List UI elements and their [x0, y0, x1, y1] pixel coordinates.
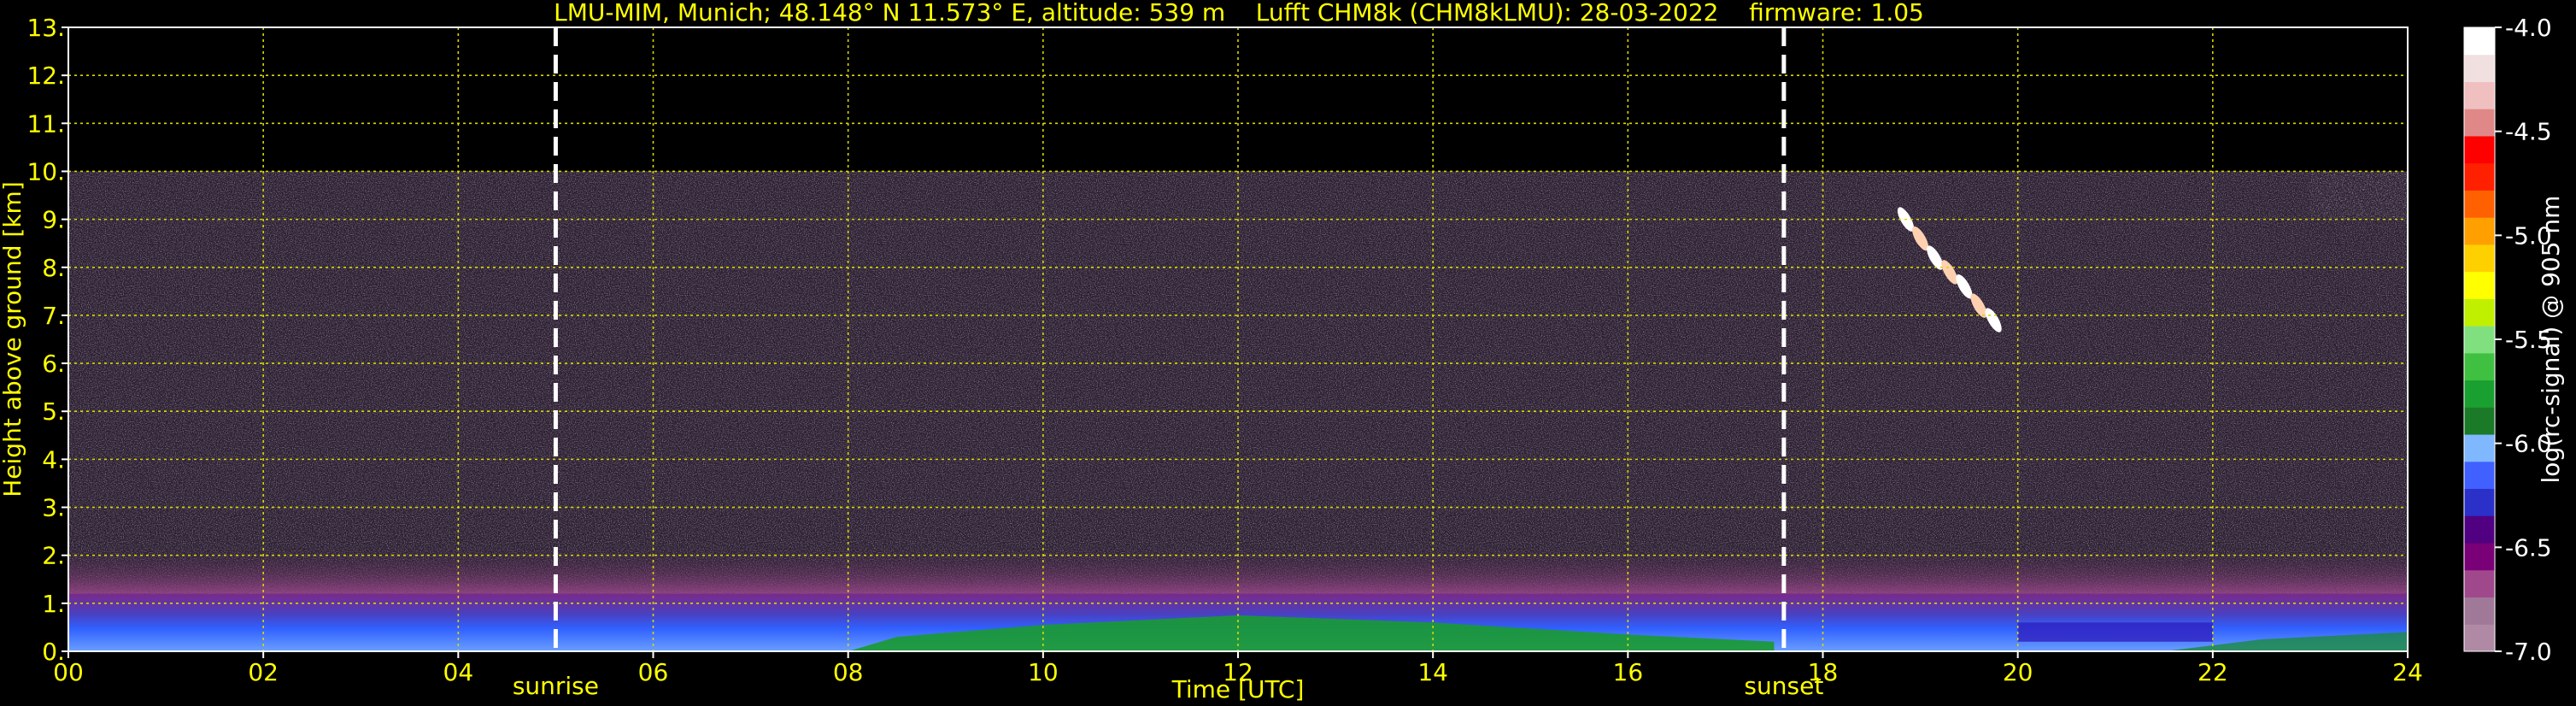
- colorbar-segment: [2464, 543, 2495, 571]
- x-tick-label: 24: [2392, 658, 2423, 686]
- x-axis-label: Time [UTC]: [1171, 675, 1305, 703]
- colorbar-segment: [2464, 515, 2495, 544]
- colorbar-segment: [2464, 27, 2495, 56]
- ceilometer-figure: LMU-MIM, Munich; 48.148° N 11.573° E, al…: [0, 0, 2576, 706]
- x-tick-label: 02: [248, 658, 279, 686]
- colorbar-segment: [2464, 190, 2495, 218]
- x-tick-label: 18: [1808, 658, 1839, 686]
- colorbar-segment: [2464, 379, 2495, 408]
- y-tick-label: 1.: [42, 590, 65, 618]
- feature-upper-cloud: [2309, 171, 2408, 220]
- colorbar-segment: [2464, 81, 2495, 109]
- y-tick-label: 12.: [26, 62, 65, 90]
- colorbar-segment: [2464, 326, 2495, 354]
- y-tick-label: 10.: [26, 157, 65, 185]
- feature-residual-layer: [68, 545, 2408, 594]
- colorbar-tick-label: -4.5: [2505, 118, 2552, 146]
- y-tick-label: 13.: [26, 14, 65, 42]
- colorbar-tick-label: -6.5: [2505, 533, 2552, 562]
- colorbar-segment: [2464, 624, 2495, 652]
- colorbar-segment: [2464, 352, 2495, 381]
- colorbar-segment: [2464, 597, 2495, 625]
- y-tick-label: 0.: [42, 638, 65, 666]
- y-tick-label: 6.: [42, 350, 65, 378]
- chart-svg: sunrise sunset00 02 04 06 08 10 12 14 16 18 20 22 24T…: [0, 14, 2565, 703]
- y-tick-label: 4.: [42, 445, 65, 474]
- colorbar-label: log(rc-signal) @ 905 nm: [2537, 196, 2565, 484]
- x-tick-label: 10: [1028, 658, 1059, 686]
- colorbar-segment: [2464, 244, 2495, 273]
- x-tick-label: 06: [638, 658, 669, 686]
- colorbar-segment: [2464, 109, 2495, 137]
- colorbar-segment: [2464, 298, 2495, 327]
- colorbar-segment: [2464, 488, 2495, 516]
- colorbar-segment: [2464, 162, 2495, 191]
- x-tick-label: 08: [833, 658, 864, 686]
- colorbar-segment: [2464, 271, 2495, 299]
- y-tick-label: 11.: [26, 109, 65, 138]
- x-tick-label: 14: [1417, 658, 1448, 686]
- y-tick-label: 9.: [42, 206, 65, 234]
- colorbar-segment: [2464, 407, 2495, 435]
- y-tick-label: 2.: [42, 542, 65, 570]
- x-tick-label: 20: [2003, 658, 2033, 686]
- y-tick-label: 8.: [42, 254, 65, 282]
- colorbar-segment: [2464, 135, 2495, 164]
- colorbar-tick-label: -7.0: [2505, 638, 2552, 666]
- colorbar-segment: [2464, 217, 2495, 245]
- y-tick-label: 3.: [42, 494, 65, 522]
- colorbar-segment: [2464, 569, 2495, 598]
- colorbar-segment: [2464, 54, 2495, 82]
- colorbar-segment: [2464, 461, 2495, 490]
- event-label-sunrise: sunrise: [513, 672, 599, 700]
- x-tick-label: 04: [443, 658, 474, 686]
- x-tick-label: 16: [1613, 658, 1644, 686]
- y-tick-label: 5.: [42, 397, 65, 426]
- colorbar-tick-label: -4.0: [2505, 14, 2552, 42]
- colorbar-segment: [2464, 434, 2495, 462]
- y-tick-label: 7.: [42, 302, 65, 330]
- x-tick-label: 22: [2198, 658, 2228, 686]
- y-axis-label: Height above ground [km]: [0, 181, 26, 497]
- feature-night-layer: [2017, 622, 2213, 642]
